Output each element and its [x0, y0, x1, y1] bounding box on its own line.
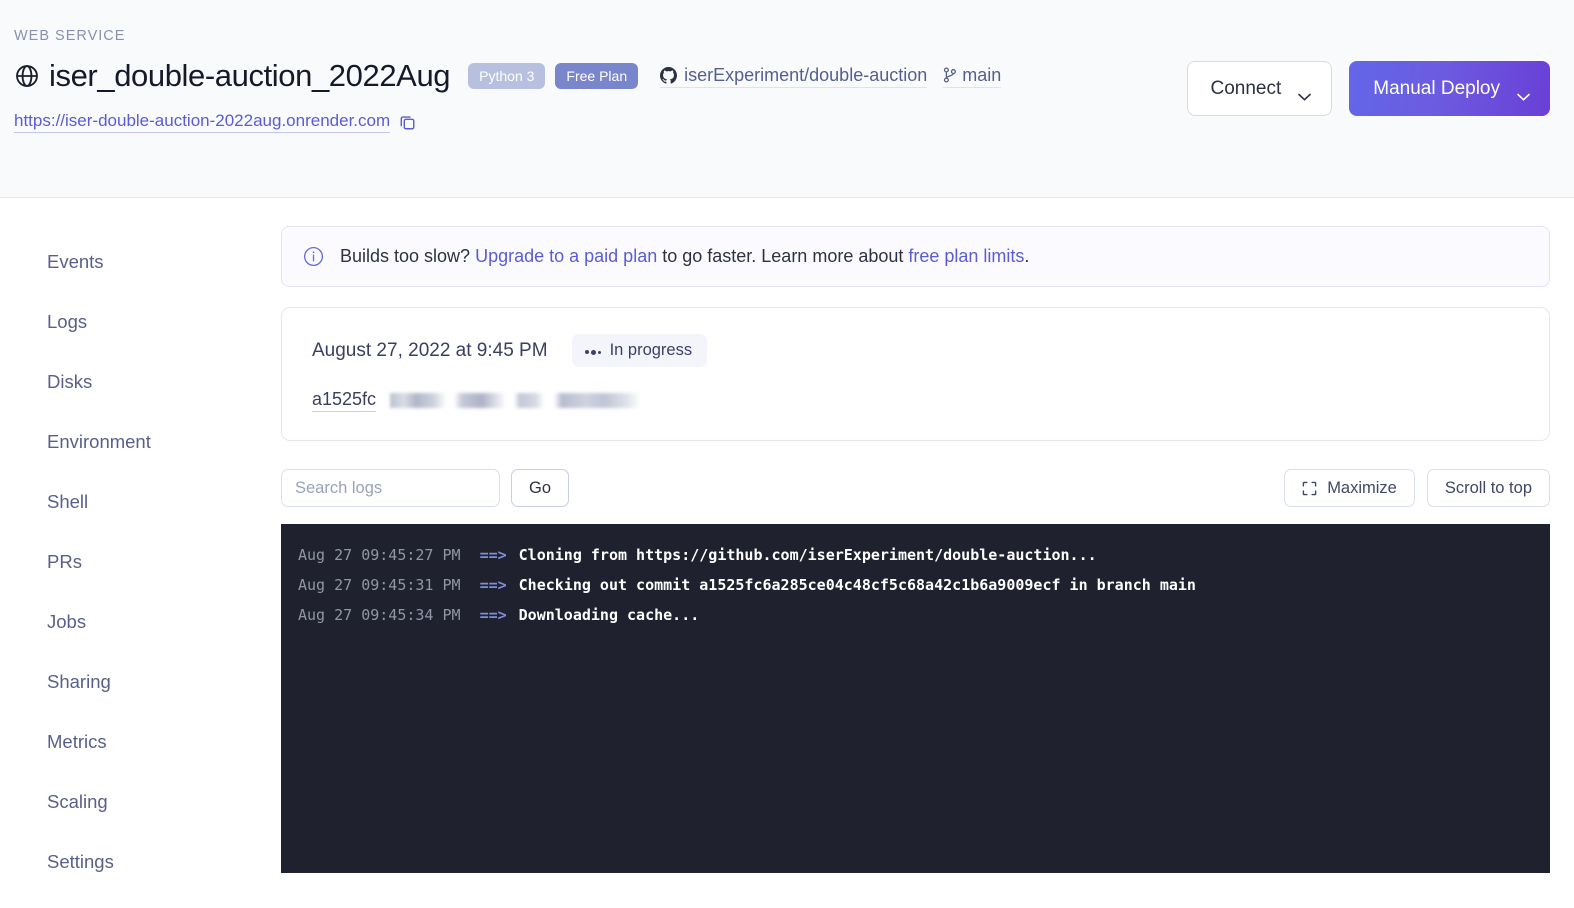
log-timestamp: Aug 27 09:45:34 PM — [298, 606, 461, 624]
banner-text: Builds too slow? Upgrade to a paid plan … — [340, 246, 1029, 267]
sidebar-item-prs[interactable]: PRs — [0, 532, 281, 592]
branch-link[interactable]: main — [943, 64, 1002, 88]
page-body: Events Logs Disks Environment Shell PRs … — [0, 198, 1574, 908]
repository-link[interactable]: iserExperiment/double-auction — [660, 64, 928, 88]
maximize-button[interactable]: Maximize — [1284, 469, 1415, 507]
three-dots-icon — [584, 346, 601, 355]
banner-tail: . — [1024, 246, 1030, 266]
chevron-down-icon — [1517, 85, 1530, 101]
header-actions: Connect Manual Deploy — [1187, 61, 1550, 116]
sidebar-item-jobs[interactable]: Jobs — [0, 592, 281, 652]
scroll-to-top-button[interactable]: Scroll to top — [1426, 469, 1550, 507]
banner-mid: to go faster. Learn more about — [657, 246, 909, 266]
commit-sha-link[interactable]: a1525fc — [312, 389, 377, 412]
chevron-down-icon — [1298, 85, 1312, 101]
log-message: Checking out commit a1525fc6a285ce04c48c… — [518, 576, 1196, 594]
search-logs-input[interactable] — [281, 469, 500, 507]
sidebar-item-events[interactable]: Events — [0, 232, 281, 292]
log-arrow: ==> — [479, 576, 507, 594]
sidebar-item-metrics[interactable]: Metrics — [0, 712, 281, 772]
log-line: Aug 27 09:45:31 PM ==> Checking out comm… — [298, 570, 1550, 600]
search-go-button[interactable]: Go — [511, 469, 570, 507]
sidebar-item-sharing[interactable]: Sharing — [0, 652, 281, 712]
deploy-card: August 27, 2022 at 9:45 PM In progress a… — [281, 307, 1550, 441]
maximize-button-label: Maximize — [1327, 478, 1397, 497]
sidebar-item-settings[interactable]: Settings — [0, 832, 281, 892]
service-url-link[interactable]: https://iser-double-auction-2022aug.onre… — [14, 111, 391, 133]
globe-icon — [14, 63, 40, 89]
log-controls-row: Go Maximize Scroll to top — [281, 469, 1550, 507]
log-arrow: ==> — [479, 546, 507, 564]
main-content: Builds too slow? Upgrade to a paid plan … — [281, 198, 1574, 908]
connect-button-label: Connect — [1210, 77, 1282, 99]
service-header: WEB SERVICE iser_double-auction_2022Aug … — [0, 0, 1574, 198]
status-badge-label: In progress — [609, 341, 693, 359]
service-type-eyebrow: WEB SERVICE — [14, 28, 126, 44]
github-icon — [660, 66, 678, 84]
sidebar-item-scaling[interactable]: Scaling — [0, 772, 281, 832]
branch-label: main — [962, 64, 1002, 85]
log-line: Aug 27 09:45:27 PM ==> Cloning from http… — [298, 540, 1550, 570]
log-controls-right: Maximize Scroll to top — [1284, 469, 1550, 507]
log-message: Downloading cache... — [518, 606, 700, 624]
free-plan-info-banner: Builds too slow? Upgrade to a paid plan … — [281, 226, 1550, 287]
upgrade-plan-link[interactable]: Upgrade to a paid plan — [475, 246, 657, 266]
free-plan-limits-link[interactable]: free plan limits — [908, 246, 1024, 266]
info-circle-icon — [303, 246, 324, 267]
log-line: Aug 27 09:45:34 PM ==> Downloading cache… — [298, 600, 1550, 630]
banner-lead: Builds too slow? — [340, 246, 476, 266]
sidebar-item-disks[interactable]: Disks — [0, 352, 281, 412]
sidebar-item-logs[interactable]: Logs — [0, 292, 281, 352]
language-badge: Python 3 — [468, 63, 546, 89]
commit-message-redacted — [390, 393, 647, 408]
sidebar-item-shell[interactable]: Shell — [0, 472, 281, 532]
status-badge: In progress — [571, 334, 708, 367]
repository-label: iserExperiment/double-auction — [684, 64, 928, 85]
manual-deploy-button[interactable]: Manual Deploy — [1349, 61, 1550, 116]
maximize-icon — [1302, 481, 1317, 496]
sidebar-nav: Events Logs Disks Environment Shell PRs … — [0, 198, 281, 908]
plan-badge: Free Plan — [555, 63, 639, 89]
connect-button[interactable]: Connect — [1187, 61, 1333, 116]
log-console[interactable]: Aug 27 09:45:27 PM ==> Cloning from http… — [281, 524, 1550, 873]
manual-deploy-button-label: Manual Deploy — [1373, 77, 1500, 99]
log-timestamp: Aug 27 09:45:31 PM — [298, 576, 461, 594]
deploy-commit-row: a1525fc — [312, 389, 1519, 412]
page-title: iser_double-auction_2022Aug — [49, 58, 451, 93]
git-branch-icon — [943, 67, 957, 83]
deploy-timestamp: August 27, 2022 at 9:45 PM — [312, 339, 548, 361]
deploy-header-row: August 27, 2022 at 9:45 PM In progress — [312, 334, 1519, 367]
log-timestamp: Aug 27 09:45:27 PM — [298, 546, 461, 564]
sidebar-item-environment[interactable]: Environment — [0, 412, 281, 472]
copy-icon[interactable] — [399, 114, 416, 131]
log-arrow: ==> — [479, 606, 507, 624]
log-message: Cloning from https://github.com/iserExpe… — [518, 546, 1097, 564]
